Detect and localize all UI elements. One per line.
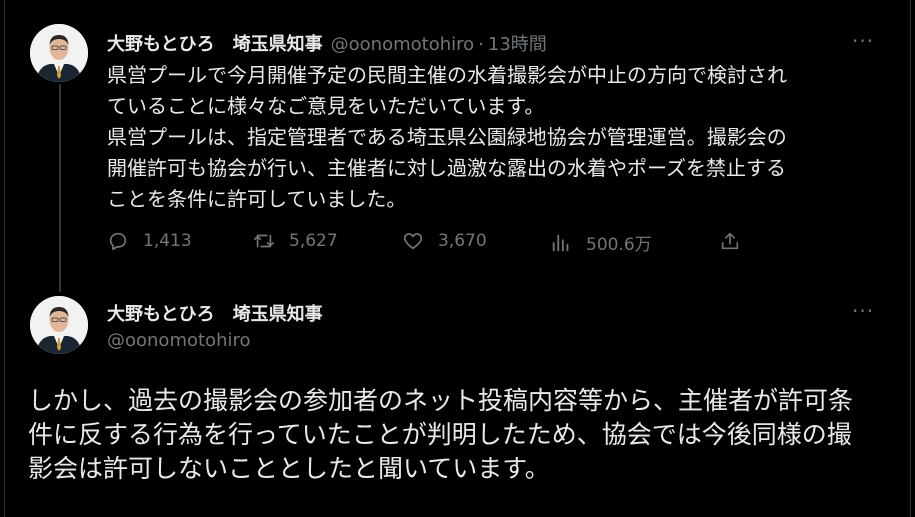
more-options-button[interactable]: ··· [852, 31, 874, 51]
tweet-header: 大野もとひろ 埼玉県知事 @oonomotohiro · 13時間 [107, 30, 547, 56]
separator: · [478, 34, 484, 55]
retweet-button[interactable]: 5,627 [253, 230, 338, 252]
more-options-button[interactable]: ··· [852, 301, 874, 321]
retweet-count: 5,627 [289, 231, 338, 251]
avatar[interactable] [30, 296, 88, 354]
like-button[interactable]: 3,670 [402, 230, 487, 252]
like-count: 3,670 [438, 231, 487, 251]
handle[interactable]: @oonomotohiro [107, 330, 251, 351]
display-name[interactable]: 大野もとひろ 埼玉県知事 [107, 30, 323, 56]
thread-line [59, 84, 61, 292]
display-name[interactable]: 大野もとひろ 埼玉県知事 [107, 300, 323, 326]
reply-count: 1,413 [143, 231, 192, 251]
share-button[interactable] [719, 230, 755, 252]
handle[interactable]: @oonomotohiro [331, 34, 475, 55]
reply-button[interactable]: 1,413 [107, 230, 192, 252]
retweet-icon [254, 234, 274, 248]
like-icon [403, 233, 423, 250]
avatar-photo-icon [30, 24, 88, 82]
share-icon [721, 232, 739, 250]
views-icon [552, 234, 569, 251]
tweet-actions: 1,413 5,627 3,670 500.6万 [107, 230, 747, 260]
tweet-header: 大野もとひろ 埼玉県知事 [107, 300, 323, 326]
avatar-photo-icon [30, 296, 88, 354]
timestamp[interactable]: 13時間 [488, 30, 547, 56]
tweet-text: 県営プールで今月開催予定の民間主催の水着撮影会が中止の方向で検討され ていること… [107, 63, 787, 211]
reply-icon [109, 232, 127, 251]
views-count: 500.6万 [586, 235, 652, 255]
views-button[interactable]: 500.6万 [550, 230, 652, 255]
avatar[interactable] [30, 24, 88, 82]
tweet-text: しかし、過去の撮影会の参加者のネット投稿内容等から、主催者が許可条 件に反する行… [28, 386, 854, 483]
